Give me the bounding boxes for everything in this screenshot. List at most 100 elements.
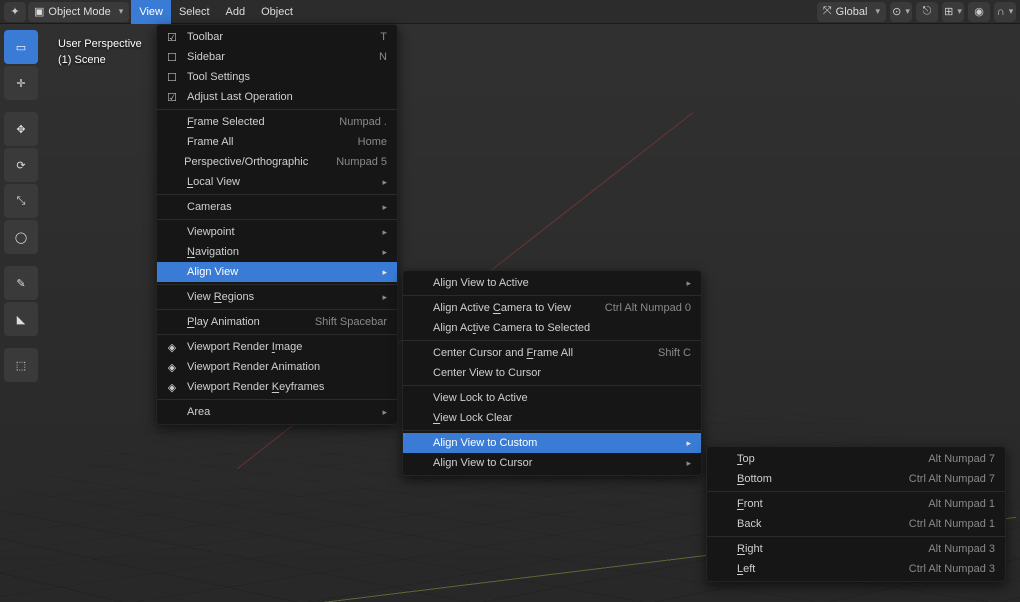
menu-item-shortcut: Home — [358, 136, 387, 148]
menu-item-left[interactable]: LeftCtrl Alt Numpad 3 — [707, 559, 1005, 579]
menu-align-view-to-custom: TopAlt Numpad 7 BottomCtrl Alt Numpad 7 … — [706, 446, 1006, 582]
menu-item-viewpoint[interactable]: Viewpoint▸ — [157, 222, 397, 242]
menu-item-label: Play Animation — [187, 316, 287, 328]
move-tool-icon: ✥ — [16, 123, 25, 136]
menu-item-label: Center Cursor and Frame All — [433, 347, 630, 359]
menu-item-align-view-to-custom[interactable]: Align View to Custom ▸ — [403, 433, 701, 453]
menu-item-viewport-render-animation[interactable]: ◈Viewport Render Animation — [157, 357, 397, 377]
rotate-tool[interactable]: ⟳ — [4, 148, 38, 182]
menu-item-shortcut: Ctrl Alt Numpad 1 — [909, 518, 995, 530]
menu-item-shortcut: N — [379, 51, 387, 63]
menu-item-tool-settings[interactable]: ☐Tool Settings — [157, 67, 397, 87]
annotate-tool[interactable]: ✎ — [4, 266, 38, 300]
header-menu-view[interactable]: View — [131, 0, 171, 24]
menu-item-cameras[interactable]: Cameras ▸ — [157, 197, 397, 217]
menu-item-shortcut: Shift C — [658, 347, 691, 359]
proportional-icon: ◉ — [974, 5, 984, 18]
menu-item-label: Left — [737, 563, 881, 575]
menu-item-shortcut: T — [380, 31, 387, 43]
editor-type-dropdown[interactable]: ✦ — [4, 2, 26, 22]
header-menu-select[interactable]: Select — [171, 0, 218, 24]
add-cube-tool[interactable]: ⬚ — [4, 348, 38, 382]
menu-item-align-view-to-cursor[interactable]: Align View to Cursor▸ — [403, 453, 701, 473]
menu-item-label: Align Active Camera to View — [433, 302, 577, 314]
mode-label: Object Mode — [48, 6, 110, 18]
proportional-dropdown[interactable]: ∩ — [994, 2, 1016, 22]
menu-item-center-view-to-cursor[interactable]: Center View to Cursor — [403, 363, 701, 383]
menu-item-toolbar[interactable]: ☑ToolbarT — [157, 27, 397, 47]
menu-item-back[interactable]: BackCtrl Alt Numpad 1 — [707, 514, 1005, 534]
checkbox-checked-icon: ☑ — [165, 31, 179, 44]
magnet-icon: ⎋ — [923, 5, 932, 18]
menu-item-view-lock-clear[interactable]: View Lock Clear — [403, 408, 701, 428]
header-menu-object[interactable]: Object — [253, 0, 301, 24]
menu-item-center-cursor-and-frame-all[interactable]: Center Cursor and Frame All Shift C — [403, 343, 701, 363]
measure-tool[interactable]: ◣ — [4, 302, 38, 336]
select-box-tool[interactable]: ▭ — [4, 30, 38, 64]
menu-item-label: Local View — [187, 176, 354, 188]
menu-align-view: Align View to Active ▸ Align Active Camer… — [402, 270, 702, 476]
menu-item-viewport-render-keyframes[interactable]: ◈Viewport Render Keyframes — [157, 377, 397, 397]
menu-item-label: Viewport Render Keyframes — [187, 381, 387, 393]
menu-item-top[interactable]: TopAlt Numpad 7 — [707, 449, 1005, 469]
select-box-tool-icon: ▭ — [16, 41, 26, 54]
menu-item-viewport-render-image[interactable]: ◈Viewport Render Image — [157, 337, 397, 357]
menu-item-label: Align View to Custom — [433, 437, 658, 449]
submenu-arrow-icon: ▸ — [382, 247, 387, 258]
menu-item-label: Align View to Cursor — [433, 457, 658, 469]
menu-item-shortcut: Numpad 5 — [336, 156, 387, 168]
menu-item-label: Align View — [187, 266, 354, 278]
menu-item-align-active-camera-to-selected[interactable]: Align Active Camera to Selected — [403, 318, 701, 338]
submenu-arrow-icon: ▸ — [686, 278, 691, 289]
menu-view: ☑ToolbarT☐SidebarN☐Tool Settings☑Adjust … — [156, 24, 398, 425]
menu-item-view-regions[interactable]: View Regions▸ — [157, 287, 397, 307]
submenu-arrow-icon: ▸ — [686, 438, 691, 449]
menu-item-local-view[interactable]: Local View▸ — [157, 172, 397, 192]
menu-item-adjust-last-operation[interactable]: ☑Adjust Last Operation — [157, 87, 397, 107]
menu-item-align-view[interactable]: Align View▸ — [157, 262, 397, 282]
menu-item-navigation[interactable]: Navigation▸ — [157, 242, 397, 262]
snap-toggle[interactable]: ⎋ — [916, 2, 938, 22]
menu-item-play-animation[interactable]: Play AnimationShift Spacebar — [157, 312, 397, 332]
submenu-arrow-icon: ▸ — [382, 202, 387, 213]
menu-item-align-view-to-active[interactable]: Align View to Active ▸ — [403, 273, 701, 293]
annotate-tool-icon: ✎ — [16, 277, 25, 290]
menu-item-perspective-orthographic[interactable]: Perspective/OrthographicNumpad 5 — [157, 152, 397, 172]
menu-item-view-lock-to-active[interactable]: View Lock to Active — [403, 388, 701, 408]
viewport-header: ✦ ▣ Object Mode ViewSelectAddObject ⤧ Gl… — [0, 0, 1020, 24]
orientation-label: Global — [836, 6, 868, 18]
scale-tool[interactable]: ⤡ — [4, 184, 38, 218]
menu-item-label: Align Active Camera to Selected — [433, 322, 691, 334]
menu-item-front[interactable]: FrontAlt Numpad 1 — [707, 494, 1005, 514]
menu-item-area[interactable]: Area▸ — [157, 402, 397, 422]
pivot-dropdown[interactable]: ⊙ — [890, 2, 912, 22]
measure-tool-icon: ◣ — [17, 313, 25, 326]
menu-item-label: Cameras — [187, 201, 354, 213]
snap-dropdown[interactable]: ⊞ — [942, 2, 964, 22]
toolbar: ▭ ✛ ✥ ⟳⤡◯ ✎ ◣ ⬚ — [4, 30, 40, 382]
move-tool[interactable]: ✥ — [4, 112, 38, 146]
menu-item-align-active-camera-to-view[interactable]: Align Active Camera to ViewCtrl Alt Nump… — [403, 298, 701, 318]
menu-item-label: Center View to Cursor — [433, 367, 691, 379]
header-menu-add[interactable]: Add — [218, 0, 254, 24]
menu-item-label: Viewpoint — [187, 226, 354, 238]
orientation-dropdown[interactable]: ⤧ Global — [817, 2, 886, 22]
menu-item-label: View Lock to Active — [433, 392, 691, 404]
viewport-info-line2: (1) Scene — [58, 52, 142, 68]
menu-item-sidebar[interactable]: ☐SidebarN — [157, 47, 397, 67]
menu-item-frame-all[interactable]: Frame AllHome — [157, 132, 397, 152]
transform-tool[interactable]: ◯ — [4, 220, 38, 254]
proportional-toggle[interactable]: ◉ — [968, 2, 990, 22]
menu-item-label: Bottom — [737, 473, 881, 485]
menu-item-right[interactable]: RightAlt Numpad 3 — [707, 539, 1005, 559]
menu-item-shortcut: Alt Numpad 1 — [928, 498, 995, 510]
cursor-tool[interactable]: ✛ — [4, 66, 38, 100]
mode-dropdown[interactable]: ▣ Object Mode — [28, 2, 129, 22]
menu-item-frame-selected[interactable]: Frame SelectedNumpad . — [157, 112, 397, 132]
menu-item-bottom[interactable]: BottomCtrl Alt Numpad 7 — [707, 469, 1005, 489]
menu-item-shortcut: Alt Numpad 7 — [928, 453, 995, 465]
menu-item-label: Align View to Active — [433, 277, 658, 289]
menu-item-label: Adjust Last Operation — [187, 91, 387, 103]
menu-item-label: Tool Settings — [187, 71, 387, 83]
object-mode-icon: ▣ — [34, 5, 44, 18]
